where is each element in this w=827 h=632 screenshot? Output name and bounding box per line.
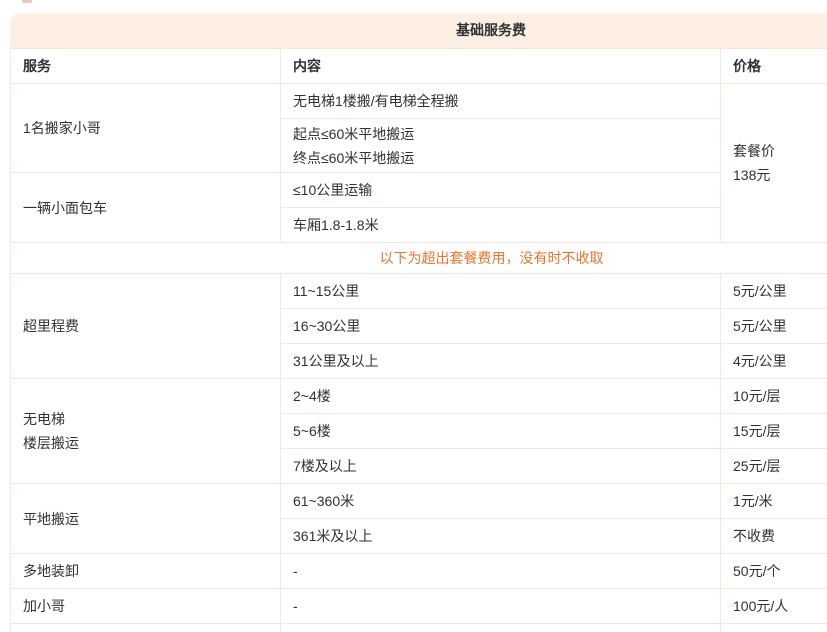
service-cell: 无电梯 楼层搬运 [11,379,281,484]
table-row [11,624,827,632]
price-cell: 1元/米 [721,484,827,519]
service-cell: 超里程费 [11,274,281,379]
price-cell: 15元/层 [721,414,827,449]
column-header-service: 服务 [11,49,281,84]
page: 基础服务费 服务 内容 价格 1名搬家小哥 无电梯1楼搬/有电梯全程搬 [0,0,827,632]
package-price-label: 套餐价 [733,139,827,163]
content-cell: 2~4楼 [281,379,721,414]
table-row: 平地搬运 61~360米 1元/米 [11,484,827,519]
notice-text: 以下为超出套餐费用，没有时不收取 [11,243,827,274]
content-cell: 起点≤60米平地搬运 终点≤60米平地搬运 [281,119,721,173]
table-row: 1名搬家小哥 无电梯1楼搬/有电梯全程搬 套餐价 138元 [11,84,827,119]
table-row: 加小哥 - 100元/人 [11,589,827,624]
price-cell: 5元/公里 [721,309,827,344]
content-cell: 31公里及以上 [281,344,721,379]
content-cell: - [281,554,721,589]
table-row: 多地装卸 - 50元/个 [11,554,827,589]
service-cell: 一辆小面包车 [11,173,281,243]
content-cell: 11~15公里 [281,274,721,309]
service-cell: 多地装卸 [11,554,281,589]
service-cell: 1名搬家小哥 [11,84,281,173]
empty-cell [11,624,281,632]
content-cell: 5~6楼 [281,414,721,449]
notice-row: 以下为超出套餐费用，没有时不收取 [11,243,827,274]
price-cell: 25元/层 [721,449,827,484]
content-cell: ≤10公里运输 [281,173,721,208]
price-cell: 5元/公里 [721,274,827,309]
clipped-top-artifact [22,0,32,3]
content-cell: 361米及以上 [281,519,721,554]
content-cell: 无电梯1楼搬/有电梯全程搬 [281,84,721,119]
content-cell: - [281,589,721,624]
content-cell: 车厢1.8-1.8米 [281,208,721,243]
service-cell: 加小哥 [11,589,281,624]
table-title: 基础服务费 [10,13,827,48]
price-cell: 不收费 [721,519,827,554]
empty-cell [281,624,721,632]
table-row: 超里程费 11~15公里 5元/公里 [11,274,827,309]
price-cell: 50元/个 [721,554,827,589]
header-row: 服务 内容 价格 [11,49,827,84]
pricing-table: 服务 内容 价格 1名搬家小哥 无电梯1楼搬/有电梯全程搬 套餐价 138元 [10,48,827,632]
content-cell: 61~360米 [281,484,721,519]
empty-cell [721,624,827,632]
content-cell: 16~30公里 [281,309,721,344]
service-cell: 平地搬运 [11,484,281,554]
price-cell: 10元/层 [721,379,827,414]
price-cell: 100元/人 [721,589,827,624]
pricing-card: 基础服务费 服务 内容 价格 1名搬家小哥 无电梯1楼搬/有电梯全程搬 [10,13,827,632]
content-cell: 7楼及以上 [281,449,721,484]
price-cell: 4元/公里 [721,344,827,379]
column-header-price: 价格 [721,49,827,84]
table-row: 无电梯 楼层搬运 2~4楼 10元/层 [11,379,827,414]
package-price-cell: 套餐价 138元 [721,84,827,243]
column-header-content: 内容 [281,49,721,84]
table-row: 一辆小面包车 ≤10公里运输 [11,173,827,208]
package-price-value: 138元 [733,163,827,187]
